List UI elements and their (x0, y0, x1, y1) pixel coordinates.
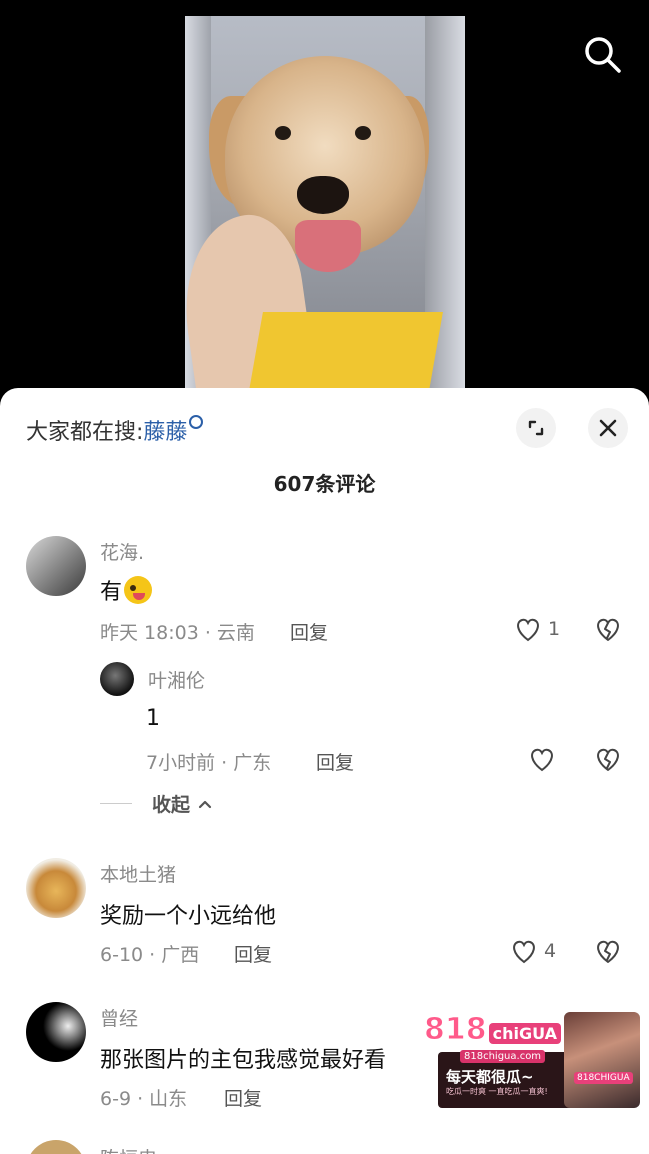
ad-banner[interactable]: 818 chiGUA 818chigua.com 每天都很瓜~ 吃瓜一时爽 一直吃… (424, 1012, 640, 1108)
avatar[interactable] (26, 1002, 86, 1062)
comment-text: 奖励一个小远给他 (100, 904, 277, 929)
comment-text: 有 (100, 574, 153, 606)
broken-heart-icon[interactable] (594, 746, 622, 772)
reply-button[interactable]: 回复 (234, 940, 272, 967)
comment-text: 那张图片的主包我感觉最好看 (100, 1048, 387, 1073)
like-button[interactable]: 1 (514, 616, 560, 642)
video-frame (185, 16, 465, 396)
ad-url: 818chigua.com (460, 1050, 546, 1063)
comment-text: 1 (146, 706, 160, 731)
like-count: 1 (548, 618, 561, 640)
comment-time: 6-9 · 山东 (100, 1088, 188, 1110)
suggestion-term[interactable]: 藤藤 (143, 420, 187, 445)
avatar[interactable] (100, 662, 134, 696)
like-count: 4 (544, 940, 557, 962)
ad-logo-suffix: chiGUA (488, 1023, 561, 1044)
comment-text-content: 有 (100, 580, 123, 605)
comment-count: 607条评论 (273, 472, 376, 496)
ad-image (564, 1012, 640, 1108)
search-suggestion[interactable]: 大家都在搜:藤藤 (26, 414, 204, 446)
divider-line (100, 803, 132, 804)
comment-author[interactable]: 叶湘伦 (148, 666, 205, 693)
comment-author[interactable]: 陈恒忠 (100, 1144, 157, 1154)
like-button[interactable]: 4 (510, 938, 556, 964)
comment-time: 6-10 · 广西 (100, 944, 200, 966)
ad-subtext: 吃瓜一时爽 一直吃瓜一直爽! (446, 1087, 548, 1096)
avatar[interactable] (26, 536, 86, 596)
close-icon (599, 419, 617, 437)
reply-button[interactable]: 回复 (224, 1084, 262, 1111)
expand-button[interactable] (516, 408, 556, 448)
heart-icon (513, 940, 535, 964)
ad-logo: 818 chiGUA (424, 1012, 561, 1048)
collapse-label: 收起 (152, 794, 191, 816)
search-mini-icon (189, 415, 204, 429)
ad-logo-number: 818 (424, 1012, 488, 1048)
expand-icon (528, 420, 544, 436)
comment-time: 7小时前 · 广东 (146, 752, 272, 774)
comment-author[interactable]: 本地土猪 (100, 860, 176, 887)
broken-heart-icon[interactable] (594, 938, 622, 964)
avatar[interactable] (26, 858, 86, 918)
broken-heart-icon[interactable] (594, 616, 622, 642)
chevron-up-icon (198, 800, 212, 808)
avatar[interactable] (26, 1140, 86, 1154)
ad-slogan: 每天都很瓜~ (446, 1068, 534, 1086)
ad-badge: 818CHIGUA (574, 1072, 633, 1084)
comment-author[interactable]: 花海. (100, 538, 144, 565)
heart-icon (517, 618, 539, 642)
collapse-replies-button[interactable]: 收起 (100, 790, 212, 817)
heart-icon[interactable] (528, 746, 556, 772)
reply-button[interactable]: 回复 (316, 748, 354, 775)
comment-time: 昨天 18:03 · 云南 (100, 622, 255, 644)
suggestion-prefix: 大家都在搜: (26, 420, 144, 445)
close-button[interactable] (588, 408, 628, 448)
wink-emoji-icon (124, 576, 153, 604)
reply-button[interactable]: 回复 (290, 618, 328, 645)
search-icon[interactable] (580, 32, 624, 76)
comment-author[interactable]: 曾经 (100, 1004, 138, 1031)
video-player[interactable] (0, 0, 649, 400)
